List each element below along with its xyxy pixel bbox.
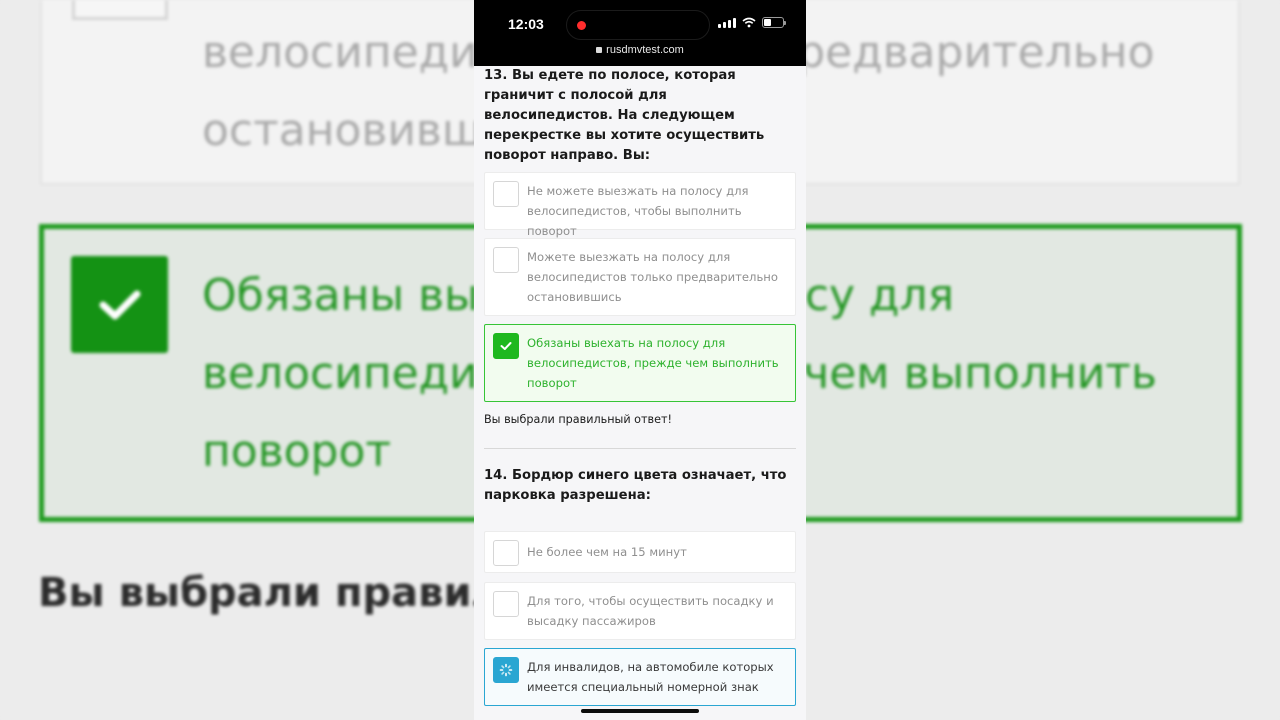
status-time: 12:03 [508, 16, 544, 32]
feedback-message: Вы выбрали правильный ответ! [484, 413, 673, 426]
home-indicator[interactable] [581, 709, 699, 713]
dynamic-island [566, 10, 710, 40]
status-bar: 12:03 rusdmvtest.com [474, 0, 806, 66]
answer-option[interactable]: Не можете выезжать на полосу для велосип… [484, 172, 796, 238]
answer-option[interactable]: Можете выезжать на полосу для велосипеди… [484, 238, 796, 316]
answer-option[interactable]: Не более чем на 15 минут [484, 531, 796, 573]
answer-text: Для того, чтобы осуществить посадку и вы… [527, 594, 774, 628]
checkbox[interactable] [493, 591, 519, 617]
answer-text: Обязаны выехать на полосу для велосипеди… [527, 336, 779, 390]
answer-text: Не можете выезжать на полосу для велосип… [527, 184, 749, 238]
answer-option-correct[interactable]: Обязаны выехать на полосу для велосипеди… [484, 324, 796, 402]
checkbox[interactable] [493, 181, 519, 207]
answer-option-selected[interactable]: Для инвалидов, на автомобиле которых име… [484, 648, 796, 706]
checkbox[interactable] [493, 247, 519, 273]
divider [484, 448, 796, 449]
question-13-title: 13. Вы едете по полосе, которая граничит… [484, 68, 765, 163]
recording-indicator-icon [577, 21, 586, 30]
check-icon[interactable] [493, 333, 519, 359]
question-14-title: 14. Бордюр синего цвета означает, что па… [484, 468, 787, 503]
answer-text: Для инвалидов, на автомобиле которых име… [527, 660, 774, 694]
loading-spinner-icon[interactable] [493, 657, 519, 683]
answer-option[interactable]: Для того, чтобы осуществить посадку и вы… [484, 582, 796, 640]
answer-text: Можете выезжать на полосу для велосипеди… [527, 250, 778, 304]
background-checkbox [72, 0, 168, 20]
signal-icon [718, 17, 736, 28]
lock-icon [596, 47, 603, 53]
address-bar[interactable]: rusdmvtest.com [474, 44, 806, 56]
url-text: rusdmvtest.com [606, 44, 684, 56]
answer-text: Не более чем на 15 минут [527, 545, 687, 559]
background-check-icon [71, 256, 168, 353]
wifi-icon [742, 17, 756, 28]
checkbox[interactable] [493, 540, 519, 566]
battery-icon [762, 17, 786, 28]
phone-screen: 12:03 rusdmvtest.com 13. Вы едете по пол… [474, 0, 806, 720]
status-icons [718, 17, 786, 28]
